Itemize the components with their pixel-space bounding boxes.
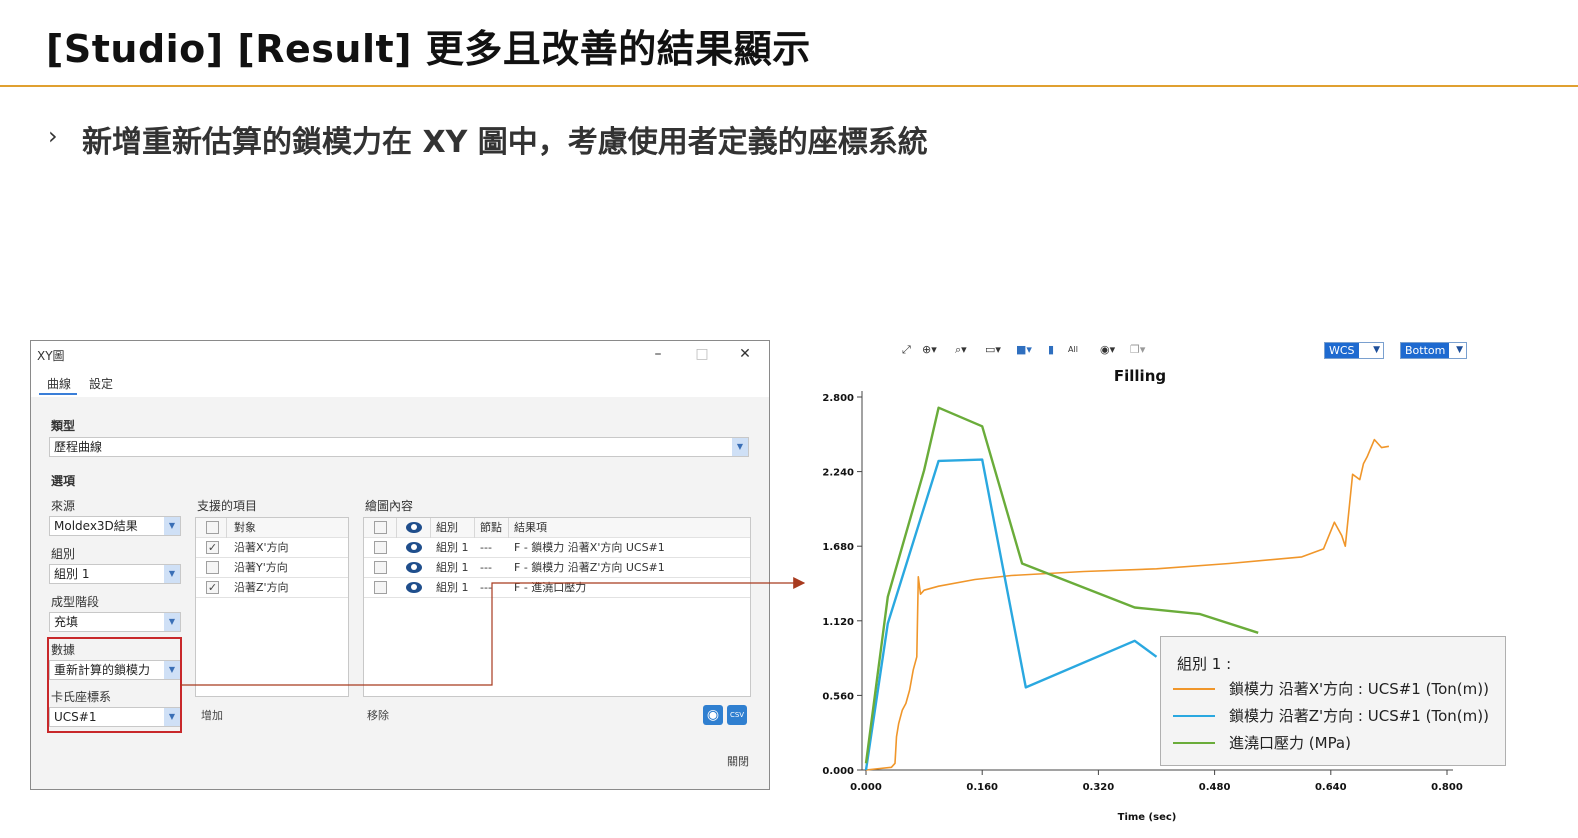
series-line-2 — [864, 458, 1158, 771]
y-tick-label: 0.000 — [822, 766, 854, 777]
legend-label: 鎖模力 沿著Z'方向 : UCS#1 (Ton(m)) — [1229, 707, 1489, 725]
legend-title: 組別 1 : — [1177, 655, 1232, 673]
x-tick-label: 0.640 — [1315, 782, 1347, 793]
chart-title: Filling — [1114, 367, 1166, 385]
y-tick-label: 0.560 — [822, 691, 854, 702]
legend-label: 進澆口壓力 (MPa) — [1229, 734, 1351, 752]
x-tick-label: 0.320 — [1083, 782, 1115, 793]
legend-swatch — [1173, 742, 1215, 744]
connector-arrow — [180, 577, 806, 686]
y-tick-label: 2.800 — [822, 393, 854, 404]
x-tick-label: 0.480 — [1199, 782, 1231, 793]
x-axis-label: Time (sec) — [1118, 812, 1177, 823]
x-tick-label: 0.160 — [966, 782, 998, 793]
y-tick-label: 2.240 — [822, 468, 854, 479]
legend-swatch — [1173, 715, 1215, 717]
legend-label: 鎖模力 沿著X'方向 : UCS#1 (Ton(m)) — [1229, 680, 1489, 698]
y-tick-label: 1.120 — [822, 617, 854, 628]
x-tick-label: 0.000 — [850, 782, 882, 793]
y-tick-label: 1.680 — [822, 542, 854, 553]
chart-legend: 組別 1 : 鎖模力 沿著X'方向 : UCS#1 (Ton(m)) 鎖模力 沿… — [1160, 636, 1506, 766]
legend-swatch — [1173, 688, 1215, 690]
x-tick-label: 0.800 — [1431, 782, 1463, 793]
